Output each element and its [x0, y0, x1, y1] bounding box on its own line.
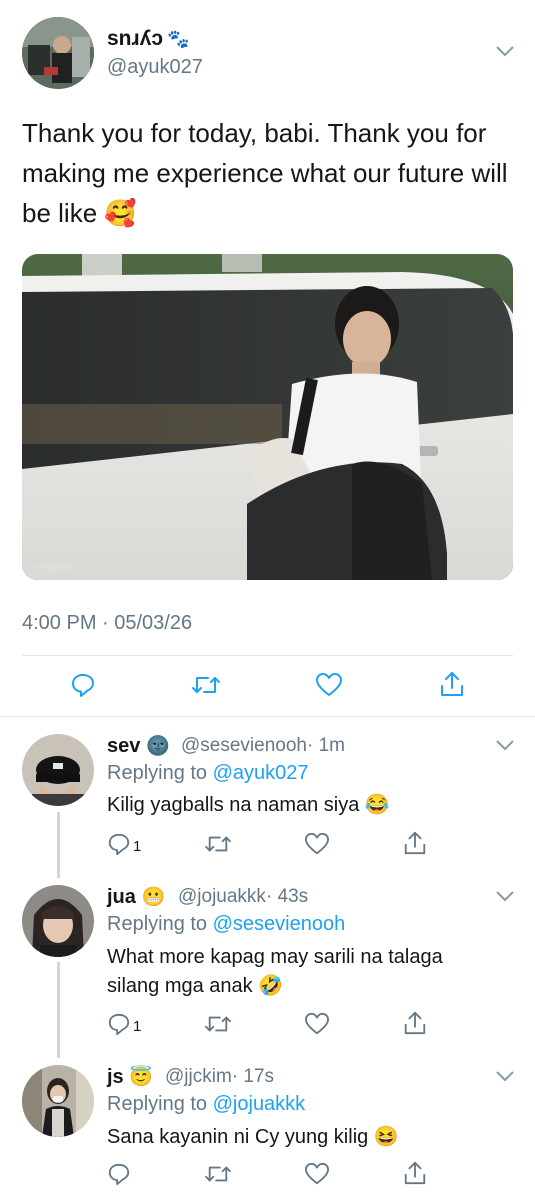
reply-text: Kilig yagballs na naman siya 😂 — [107, 794, 390, 816]
chevron-down-icon[interactable] — [495, 738, 515, 757]
like-button[interactable] — [315, 672, 343, 703]
like-icon — [315, 672, 343, 703]
like-icon — [304, 1012, 330, 1041]
reply-avatar-sev[interactable] — [22, 734, 94, 806]
reply-author-name[interactable]: sev 🌚 — [107, 734, 170, 758]
like-button[interactable] — [304, 1162, 330, 1191]
reply-author-handle[interactable]: @jjckim· 17s — [165, 1066, 274, 1088]
share-button[interactable] — [402, 830, 428, 861]
reply-author-name[interactable]: jua 😬 — [107, 885, 165, 909]
like-button[interactable] — [304, 1012, 330, 1041]
reply-icon — [70, 672, 96, 703]
share-icon — [402, 830, 428, 861]
reply-avatar-js[interactable] — [22, 1065, 94, 1137]
retweet-icon — [191, 672, 221, 703]
replying-to-link[interactable]: @sesevienooh — [213, 913, 346, 935]
reply-icon — [107, 1012, 131, 1041]
thread-line — [57, 812, 60, 878]
share-button[interactable] — [402, 1160, 428, 1191]
reply-button[interactable] — [107, 1162, 131, 1191]
reply-count: 1 — [133, 1018, 142, 1035]
reply-icon — [107, 832, 131, 861]
retweet-button[interactable] — [204, 1012, 232, 1041]
like-button[interactable] — [304, 832, 330, 861]
reply-author-handle[interactable]: @sesevienooh· 1m — [181, 735, 345, 757]
svg-text:~rolari: ~rolari — [34, 562, 70, 573]
reply-author-handle[interactable]: @jojuakkk· 43s — [178, 886, 308, 908]
replying-to: Replying to @sesevienooh — [107, 913, 346, 935]
divider — [0, 716, 535, 717]
tweet-text: Thank you for today, babi. Thank you for… — [22, 118, 508, 228]
reply-avatar-jua[interactable] — [22, 885, 94, 957]
reply-text: What more kapag may sarili na talaga sil… — [107, 946, 443, 997]
reply-button[interactable]: 1 — [107, 1012, 141, 1041]
share-icon — [438, 670, 466, 703]
share-icon — [402, 1010, 428, 1041]
retweet-button[interactable] — [191, 672, 221, 703]
retweet-button[interactable] — [204, 832, 232, 861]
reply-author-name[interactable]: js 😇 — [107, 1065, 153, 1089]
retweet-icon — [204, 1162, 232, 1191]
share-icon — [402, 1160, 428, 1191]
retweet-icon — [204, 832, 232, 861]
retweet-button[interactable] — [204, 1162, 232, 1191]
author-display-name[interactable]: snɹʎɔ 🐾 — [107, 27, 189, 51]
chevron-down-icon[interactable] — [495, 44, 515, 63]
like-icon — [304, 1162, 330, 1191]
reply-icon — [107, 1162, 131, 1191]
author-avatar[interactable] — [22, 17, 94, 89]
reply-text: Sana kayanin ni Cy yung kilig 😆 — [107, 1126, 399, 1148]
tweet-timestamp[interactable]: 4:00 PM · 05/03/26 — [22, 612, 192, 635]
like-icon — [304, 832, 330, 861]
retweet-icon — [204, 1012, 232, 1041]
tweet-photo[interactable]: ~rolari — [22, 254, 513, 580]
chevron-down-icon[interactable] — [495, 889, 515, 908]
chevron-down-icon[interactable] — [495, 1069, 515, 1088]
thread-line — [57, 962, 60, 1058]
reply-button[interactable]: 1 — [107, 832, 141, 861]
replying-to-link[interactable]: @ayuk027 — [213, 762, 309, 784]
divider — [22, 655, 513, 656]
replying-to: Replying to @ayuk027 — [107, 762, 309, 784]
author-handle[interactable]: @ayuk027 — [107, 56, 203, 79]
replying-to-link[interactable]: @jojuakkk — [213, 1093, 306, 1115]
reply-button[interactable] — [70, 672, 96, 703]
share-button[interactable] — [402, 1010, 428, 1041]
paw-emoji: 🐾 — [167, 29, 190, 49]
reply-count: 1 — [133, 838, 142, 855]
share-button[interactable] — [438, 670, 466, 703]
replying-to: Replying to @jojuakkk — [107, 1093, 306, 1115]
